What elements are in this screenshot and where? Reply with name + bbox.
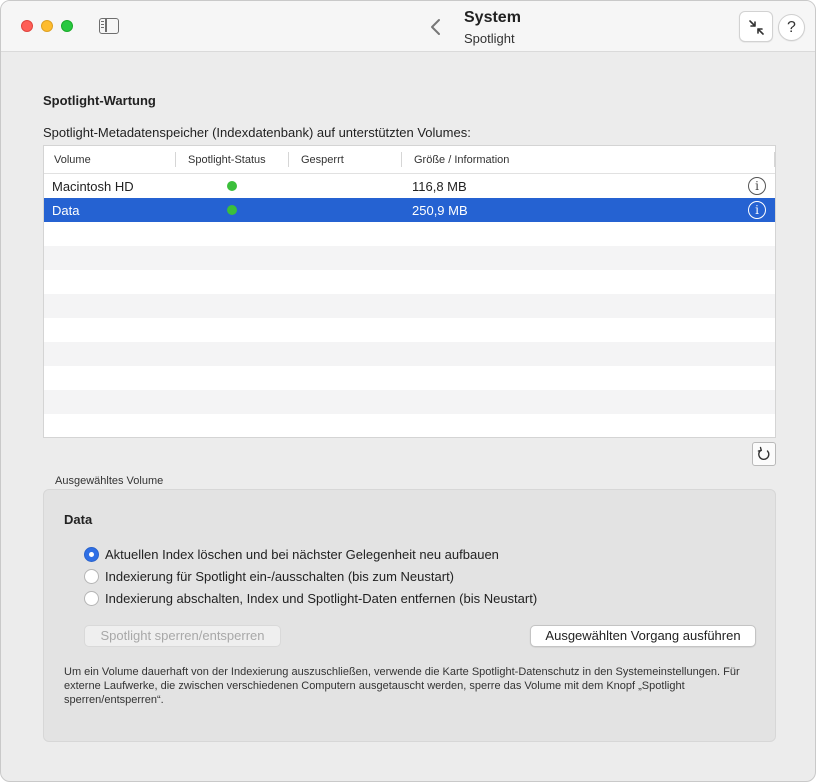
column-divider[interactable] <box>774 152 775 167</box>
selected-volume-name: Data <box>64 512 93 527</box>
app-window: System Spotlight ? Spotlight-Wartung Spo… <box>0 0 816 782</box>
chevron-left-icon <box>431 19 440 35</box>
titlebar: System Spotlight ? <box>1 1 815 52</box>
sidebar-toggle-icon[interactable] <box>99 18 119 34</box>
info-icon[interactable]: i <box>748 201 766 219</box>
empty-row <box>44 246 775 270</box>
empty-row <box>44 342 775 366</box>
table-row[interactable]: Macintosh HD 116,8 MB i <box>44 174 775 198</box>
lock-spotlight-button[interactable]: Spotlight sperren/entsperren <box>84 625 281 647</box>
collapse-button[interactable] <box>739 11 773 42</box>
radio-button[interactable] <box>84 569 99 584</box>
column-header-locked[interactable]: Gesperrt <box>301 154 344 166</box>
volume-name: Macintosh HD <box>52 179 134 194</box>
zoom-window-button[interactable] <box>61 20 73 32</box>
empty-row <box>44 294 775 318</box>
volume-name: Data <box>52 203 80 218</box>
collapse-arrows-icon <box>749 20 764 35</box>
back-button[interactable] <box>426 14 446 40</box>
column-divider[interactable] <box>401 152 402 167</box>
option-label[interactable]: Indexierung für Spotlight ein-/ausschalt… <box>105 569 454 584</box>
table-header: Volume Spotlight-Status Gesperrt Größe /… <box>44 146 775 174</box>
minimize-window-button[interactable] <box>41 20 53 32</box>
radio-button[interactable] <box>84 591 99 606</box>
refresh-button[interactable] <box>752 442 776 466</box>
table-caption: Spotlight-Metadatenspeicher (Indexdatenb… <box>43 125 471 140</box>
help-button[interactable]: ? <box>778 14 805 41</box>
column-divider[interactable] <box>175 152 176 167</box>
refresh-icon <box>757 446 770 461</box>
column-header-size[interactable]: Größe / Information <box>414 154 509 166</box>
status-indicator-icon <box>227 205 237 215</box>
window-title: System <box>464 9 521 26</box>
option-label[interactable]: Indexierung abschalten, Index und Spotli… <box>105 591 537 606</box>
status-indicator-icon <box>227 181 237 191</box>
empty-row <box>44 270 775 294</box>
empty-row <box>44 390 775 414</box>
selected-volume-panel: Data Aktuellen Index löschen und bei näc… <box>43 489 776 742</box>
table-row[interactable]: Data 250,9 MB i <box>44 198 775 222</box>
volume-size: 250,9 MB <box>412 203 468 218</box>
section-title: Spotlight-Wartung <box>43 93 156 108</box>
volume-size: 116,8 MB <box>412 179 467 194</box>
window-subtitle: Spotlight <box>464 31 515 46</box>
empty-row <box>44 366 775 390</box>
volumes-table: Volume Spotlight-Status Gesperrt Größe /… <box>43 145 776 438</box>
run-action-button[interactable]: Ausgewählten Vorgang ausführen <box>530 625 756 647</box>
column-header-status[interactable]: Spotlight-Status <box>188 154 266 166</box>
info-icon[interactable]: i <box>748 177 766 195</box>
close-window-button[interactable] <box>21 20 33 32</box>
radio-button[interactable] <box>84 547 99 562</box>
column-header-volume[interactable]: Volume <box>54 154 91 166</box>
empty-row <box>44 414 775 437</box>
option-label[interactable]: Aktuellen Index löschen und bei nächster… <box>105 547 499 562</box>
help-note: Um ein Volume dauerhaft von der Indexier… <box>64 666 740 706</box>
group-label: Ausgewähltes Volume <box>55 475 164 487</box>
column-divider[interactable] <box>288 152 289 167</box>
main-content: Spotlight-Wartung Spotlight-Metadatenspe… <box>1 53 815 781</box>
empty-row <box>44 222 775 246</box>
empty-row <box>44 318 775 342</box>
